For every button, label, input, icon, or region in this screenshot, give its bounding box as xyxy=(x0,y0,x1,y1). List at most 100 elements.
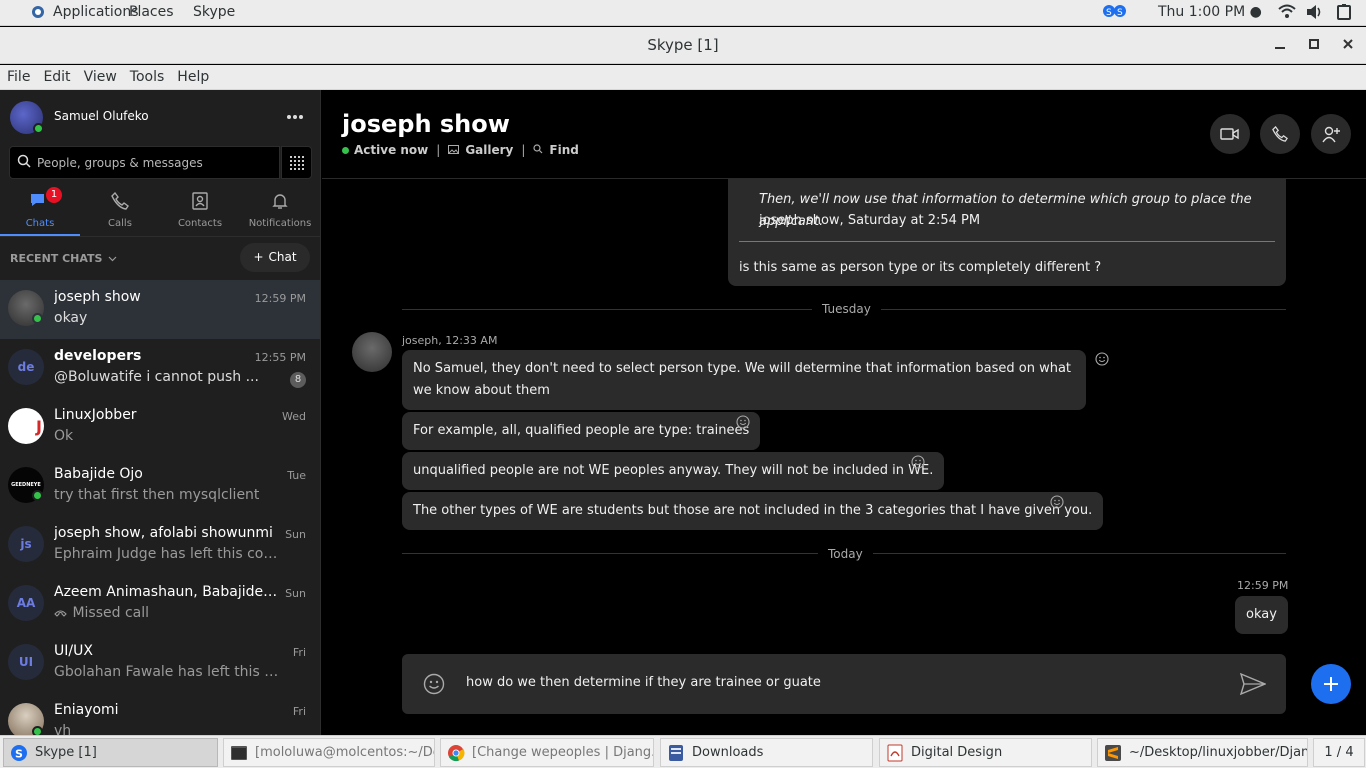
workspace-pager[interactable]: 1 / 4 xyxy=(1313,738,1365,767)
react-emoji-icon[interactable] xyxy=(1050,495,1064,509)
tab-chats[interactable]: 1 Chats xyxy=(0,187,80,229)
chat-item-eniayomi[interactable]: Eniayomi vh Fri xyxy=(0,693,320,735)
menu-tools[interactable]: Tools xyxy=(130,69,165,85)
more-options-icon[interactable] xyxy=(286,104,304,125)
chrome-icon xyxy=(447,744,465,762)
skype-app-menu[interactable]: Skype xyxy=(193,4,235,20)
chat-time: Sun xyxy=(285,528,306,541)
chat-item-joseph-show-group[interactable]: js joseph show, afolabi showunmi Ephraim… xyxy=(0,516,320,575)
video-call-button[interactable] xyxy=(1210,114,1250,154)
chat-item-azeem-group[interactable]: AA Azeem Animashaun, Babajide O... Misse… xyxy=(0,575,320,634)
recent-chats-label: RECENT CHATS xyxy=(10,252,103,265)
chat-time: Sun xyxy=(285,587,306,600)
taskbar-label: Skype [1] xyxy=(35,745,97,760)
power-icon[interactable] xyxy=(1335,3,1353,25)
sent-message-time: 12:59 PM xyxy=(1237,579,1289,592)
quote-divider xyxy=(739,241,1275,242)
chat-item-joseph-show[interactable]: joseph show okay 12:59 PM xyxy=(0,280,320,339)
chat-item-babajide-ojo[interactable]: GEEDNEYE Babajide Ojo try that first the… xyxy=(0,457,320,516)
sent-message-with-quote[interactable]: Then, we'll now use that information to … xyxy=(728,170,1286,286)
wifi-icon[interactable] xyxy=(1278,3,1296,25)
conversation-title[interactable]: joseph show xyxy=(342,110,510,138)
message-text: The other types of WE are students but t… xyxy=(413,503,1093,518)
tab-calls-label: Calls xyxy=(108,218,132,229)
presence-dot xyxy=(342,146,349,154)
new-chat-button[interactable]: + Chat xyxy=(240,243,310,272)
avatar: AA xyxy=(8,585,44,621)
phone-icon xyxy=(80,190,160,212)
applications-menu[interactable]: Applications xyxy=(31,4,139,20)
received-message[interactable]: unqualified people are not WE peoples an… xyxy=(402,452,945,490)
taskbar-item-downloads[interactable]: Downloads xyxy=(660,738,873,767)
skype-app-label: Skype xyxy=(193,4,236,20)
presence-dot xyxy=(32,313,43,324)
message-compose-box[interactable]: how do we then determine if they are tra… xyxy=(402,654,1286,714)
menubar: File Edit View Tools Help xyxy=(0,65,1366,90)
tab-contacts[interactable]: Contacts xyxy=(160,190,240,229)
received-message[interactable]: No Samuel, they don't need to select per… xyxy=(402,350,1086,410)
taskbar-item-digital-design[interactable]: Digital Design xyxy=(879,738,1092,767)
taskbar-item-sublime[interactable]: ~/Desktop/linuxjobber/Djan... xyxy=(1097,738,1308,767)
chat-preview: Gbolahan Fawale has left this conv... xyxy=(54,664,280,680)
find-link[interactable]: Find xyxy=(533,143,579,157)
react-emoji-icon[interactable] xyxy=(736,415,750,429)
received-message[interactable]: For example, all, qualified people are t… xyxy=(402,412,761,450)
menu-edit[interactable]: Edit xyxy=(43,69,70,85)
chat-preview: @Boluwatife i cannot push ... xyxy=(54,369,259,385)
find-label: Find xyxy=(549,143,579,157)
tab-calls[interactable]: Calls xyxy=(80,190,160,229)
window-titlebar[interactable]: Skype [1] xyxy=(0,27,1366,64)
maximize-button[interactable] xyxy=(1303,35,1325,57)
chat-name: UI/UX xyxy=(54,643,93,659)
profile-name[interactable]: Samuel Olufeko xyxy=(54,109,149,123)
tab-chats-label: Chats xyxy=(25,218,55,229)
taskbar-label: Downloads xyxy=(692,745,764,760)
avatar: UI xyxy=(8,644,44,680)
menu-view[interactable]: View xyxy=(84,69,117,85)
add-content-button[interactable] xyxy=(1311,664,1351,704)
places-menu[interactable]: Places xyxy=(129,4,174,20)
taskbar-label: Digital Design xyxy=(911,745,1003,760)
minimize-button[interactable] xyxy=(1269,35,1291,57)
applications-label: Applications xyxy=(53,4,139,20)
phone-icon xyxy=(1272,126,1288,142)
volume-icon[interactable] xyxy=(1305,3,1323,25)
chat-item-developers[interactable]: de developers @Boluwatife i cannot push … xyxy=(0,339,320,398)
taskbar-item-skype[interactable]: S Skype [1] xyxy=(3,738,218,767)
audio-call-button[interactable] xyxy=(1260,114,1300,154)
chat-item-linuxjobber[interactable]: J LinuxJobber Ok Wed xyxy=(0,398,320,457)
close-window-button[interactable] xyxy=(1337,35,1359,57)
sent-message[interactable]: okay xyxy=(1235,596,1288,634)
taskbar: S Skype [1] [mololuwa@molcentos:~/De... … xyxy=(0,735,1366,768)
recent-chats-header[interactable]: RECENT CHATS xyxy=(10,252,117,265)
chat-name: Azeem Animashaun, Babajide O... xyxy=(54,584,278,600)
message-input[interactable]: how do we then determine if they are tra… xyxy=(466,675,821,690)
sidebar: Samuel Olufeko People, groups & messages… xyxy=(0,90,321,735)
tab-notifications[interactable]: Notifications xyxy=(240,190,320,229)
skype-tray-icon[interactable]: SS xyxy=(1102,3,1128,25)
taskbar-item-chrome[interactable]: [Change wepeoples | Djang... xyxy=(440,738,654,767)
taskbar-label: [mololuwa@molcentos:~/De... xyxy=(255,745,435,760)
react-emoji-icon[interactable] xyxy=(1095,352,1109,366)
send-icon[interactable] xyxy=(1239,672,1267,699)
chats-badge: 1 xyxy=(46,187,62,203)
received-message[interactable]: The other types of WE are students but t… xyxy=(402,492,1104,530)
conversation-header: joseph show Active now | Gallery | Find xyxy=(322,90,1366,179)
menu-file[interactable]: File xyxy=(7,69,30,85)
taskbar-item-terminal[interactable]: [mololuwa@molcentos:~/De... xyxy=(223,738,435,767)
chats-icon xyxy=(0,190,80,212)
menu-help[interactable]: Help xyxy=(177,69,209,85)
sender-avatar[interactable] xyxy=(352,332,392,372)
clock[interactable]: Thu 1:00 PM ● xyxy=(1158,4,1262,20)
chat-name: Eniayomi xyxy=(54,702,119,718)
chat-time: Wed xyxy=(282,410,306,423)
add-people-button[interactable] xyxy=(1311,114,1351,154)
conversation-subheader: Active now | Gallery | Find xyxy=(342,143,579,157)
search-input[interactable]: People, groups & messages xyxy=(9,146,280,179)
applications-icon xyxy=(31,5,45,19)
gallery-link[interactable]: Gallery xyxy=(448,143,513,157)
emoji-picker-icon[interactable] xyxy=(423,673,445,699)
dialpad-button[interactable] xyxy=(281,146,312,179)
react-emoji-icon[interactable] xyxy=(911,455,925,469)
chat-item-ui-ux[interactable]: UI UI/UX Gbolahan Fawale has left this c… xyxy=(0,634,320,693)
